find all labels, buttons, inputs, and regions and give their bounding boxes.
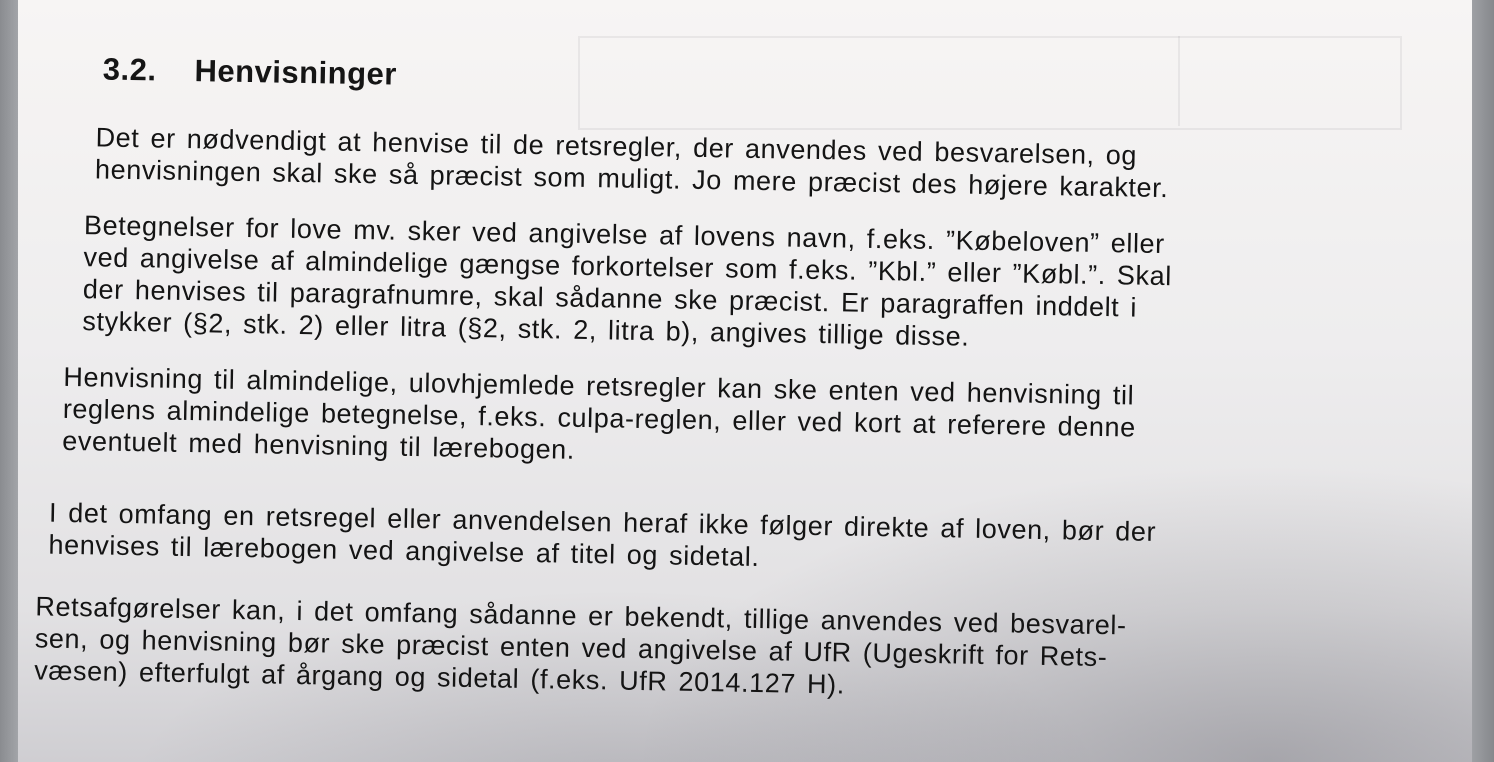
paragraph-3: Henvisning til almindelige, ulovhjemlede… <box>62 361 1137 476</box>
document-page: 3.2. Henvisninger Det er nødvendigt at he… <box>18 0 1472 762</box>
section-number: 3.2. <box>102 51 157 88</box>
paragraph-2: Betegnelser for love mv. sker ved angive… <box>82 209 1173 356</box>
paragraph-4: I det omfang en retsregel eller anvendel… <box>48 497 1156 580</box>
background-right-edge <box>1472 0 1494 762</box>
paragraph-5: Retsafgørelser kan, i det omfang sådanne… <box>34 590 1127 705</box>
paragraph-1: Det er nødvendigt at henvise til de rets… <box>95 121 1169 204</box>
background-left-edge <box>0 0 18 762</box>
section-title: Henvisninger <box>194 53 398 92</box>
document-content: 3.2. Henvisninger Det er nødvendigt at he… <box>18 0 1472 762</box>
section-heading: 3.2. Henvisninger <box>102 51 398 92</box>
